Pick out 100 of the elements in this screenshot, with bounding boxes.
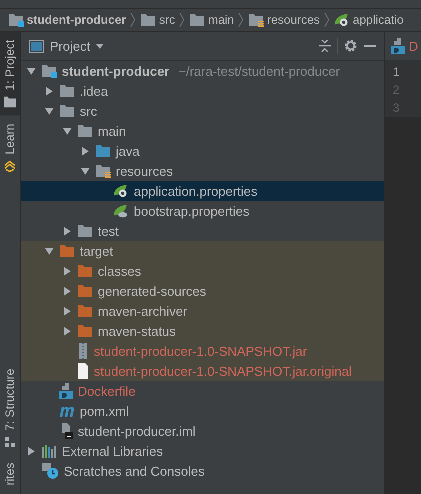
tree-item-label[interactable]: application.properties bbox=[134, 184, 258, 198]
expanded-arrow-icon[interactable] bbox=[63, 126, 72, 136]
folder-icon bbox=[77, 284, 93, 298]
structure-icon bbox=[5, 437, 15, 448]
collapsed-arrow-icon[interactable] bbox=[63, 286, 72, 296]
tool-window-tab[interactable]: 7: Structure bbox=[0, 361, 20, 456]
docker-file-icon bbox=[391, 38, 405, 54]
module-file-icon bbox=[59, 423, 73, 439]
folder-icon bbox=[77, 324, 93, 338]
tree-item-label[interactable]: pom.xml bbox=[80, 404, 130, 418]
folder-icon bbox=[59, 104, 75, 118]
folder-icon bbox=[95, 144, 111, 158]
tree-item-label[interactable]: resources bbox=[116, 164, 174, 178]
breadcrumb-item[interactable]: applicatio bbox=[353, 13, 404, 27]
tree-row-background[interactable]: classes bbox=[21, 261, 384, 281]
tree-item-label[interactable]: maven-status bbox=[98, 324, 176, 338]
tree-row-background[interactable]: main bbox=[21, 121, 384, 141]
path-hint: ~/rara-test/student-producer bbox=[178, 64, 340, 78]
breadcrumb-item[interactable]: main bbox=[208, 13, 234, 27]
tree-row-background[interactable]: student-producer ~/rara-test/student-producer bbox=[21, 61, 384, 81]
tree-item-label[interactable]: Scratches and Consoles bbox=[64, 464, 205, 478]
collapsed-arrow-icon[interactable] bbox=[81, 146, 90, 156]
folder-icon bbox=[4, 96, 16, 108]
tree-item-label[interactable]: .idea bbox=[80, 84, 108, 98]
folder-icon bbox=[77, 264, 93, 278]
file-icon bbox=[77, 363, 89, 379]
editor-tab[interactable]: D bbox=[385, 32, 421, 61]
collapsed-arrow-icon[interactable] bbox=[63, 326, 72, 336]
tree-row-background[interactable]: maven-status bbox=[21, 321, 384, 341]
line-number: 1 bbox=[392, 64, 401, 81]
expanded-arrow-icon[interactable] bbox=[45, 106, 54, 116]
maven-m-icon bbox=[59, 404, 75, 418]
tree-row-background[interactable]: bootstrap.properties bbox=[21, 201, 384, 221]
folder-icon bbox=[189, 13, 206, 27]
caret-icon[interactable] bbox=[96, 44, 104, 48]
chevron-icon bbox=[130, 12, 136, 28]
tree-item-label[interactable]: generated-sources bbox=[98, 284, 206, 298]
breadcrumb-item[interactable]: src bbox=[159, 13, 176, 27]
collapse-all-icon[interactable] bbox=[319, 40, 331, 52]
tree-item-label[interactable]: classes bbox=[98, 264, 142, 278]
resources-folder-icon bbox=[95, 164, 111, 178]
tree-row-background[interactable]: student-producer.iml bbox=[21, 421, 384, 441]
tree-item-label[interactable]: main bbox=[98, 124, 126, 138]
tool-window-tab[interactable]: 1: Project bbox=[0, 32, 20, 116]
tree-row-background[interactable]: maven-archiver bbox=[21, 301, 384, 321]
collapsed-arrow-icon[interactable] bbox=[45, 86, 54, 96]
tree-item-label[interactable]: maven-archiver bbox=[98, 304, 188, 318]
tree-row-background[interactable]: .idea bbox=[21, 81, 384, 101]
collapsed-arrow-icon[interactable] bbox=[27, 446, 36, 456]
tree-row-background[interactable]: java bbox=[21, 141, 384, 161]
tree-row-background[interactable]: Dockerfile bbox=[21, 381, 384, 401]
expanded-arrow-icon[interactable] bbox=[81, 166, 90, 176]
docker-file-icon bbox=[59, 383, 73, 399]
leaf-cloud-icon bbox=[113, 204, 129, 218]
tree-item-label[interactable]: bootstrap.properties bbox=[134, 204, 250, 218]
tool-window-tab[interactable]: rites bbox=[0, 455, 20, 494]
tree-item-label[interactable]: test bbox=[98, 224, 119, 238]
folder-icon bbox=[77, 124, 93, 138]
tool-window-tab[interactable]: Learn bbox=[0, 116, 20, 180]
tree-row-background[interactable]: application.properties bbox=[21, 181, 384, 201]
folder-icon bbox=[77, 224, 93, 238]
leaf-gear-icon bbox=[113, 184, 129, 198]
breadcrumb-item[interactable]: student-producer bbox=[27, 13, 126, 27]
view-selector[interactable]: Project bbox=[50, 38, 90, 54]
tree-item-label[interactable]: student-producer bbox=[62, 64, 170, 78]
tree-item-label[interactable]: External Libraries bbox=[62, 444, 164, 458]
archive-icon bbox=[77, 343, 89, 359]
tree-row-background[interactable]: External Libraries bbox=[21, 441, 384, 461]
settings-icon[interactable] bbox=[344, 39, 358, 53]
tree-item-label[interactable]: target bbox=[80, 244, 114, 258]
resources-folder-icon bbox=[248, 13, 264, 27]
tree-row-background[interactable]: test bbox=[21, 221, 384, 241]
collapsed-arrow-icon[interactable] bbox=[63, 226, 72, 236]
module-folder-icon bbox=[41, 64, 57, 78]
folder-icon bbox=[59, 244, 75, 258]
folder-icon bbox=[59, 84, 75, 98]
libraries-icon bbox=[41, 444, 57, 458]
breadcrumb-item[interactable]: resources bbox=[267, 13, 320, 27]
chevron-icon bbox=[324, 12, 330, 28]
chevron-icon bbox=[238, 12, 244, 28]
tree-row-background[interactable]: pom.xml bbox=[21, 401, 384, 421]
tree-item-label[interactable]: Dockerfile bbox=[78, 384, 136, 398]
expanded-arrow-icon[interactable] bbox=[27, 66, 36, 76]
tree-row-background[interactable]: src bbox=[21, 101, 384, 121]
tree-item-label[interactable]: src bbox=[80, 104, 98, 118]
tree-item-label[interactable]: student-producer.iml bbox=[78, 424, 196, 438]
tree-row-background[interactable]: Scratches and Consoles bbox=[21, 461, 384, 481]
chevron-icon bbox=[179, 12, 186, 28]
tree-row-background[interactable]: resources bbox=[21, 161, 384, 181]
tree-row-background[interactable]: target bbox=[21, 241, 384, 261]
tree-item-label[interactable]: java bbox=[116, 144, 140, 158]
expanded-arrow-icon[interactable] bbox=[45, 246, 54, 256]
folder-icon bbox=[140, 13, 156, 27]
stacked-chevrons-icon bbox=[4, 160, 16, 172]
module-folder-icon bbox=[8, 13, 24, 27]
tree-row-background[interactable]: generated-sources bbox=[21, 281, 384, 301]
folder-icon bbox=[77, 304, 93, 318]
scratch-clock-icon bbox=[41, 463, 59, 479]
collapsed-arrow-icon[interactable] bbox=[63, 266, 72, 276]
collapsed-arrow-icon[interactable] bbox=[63, 306, 72, 316]
